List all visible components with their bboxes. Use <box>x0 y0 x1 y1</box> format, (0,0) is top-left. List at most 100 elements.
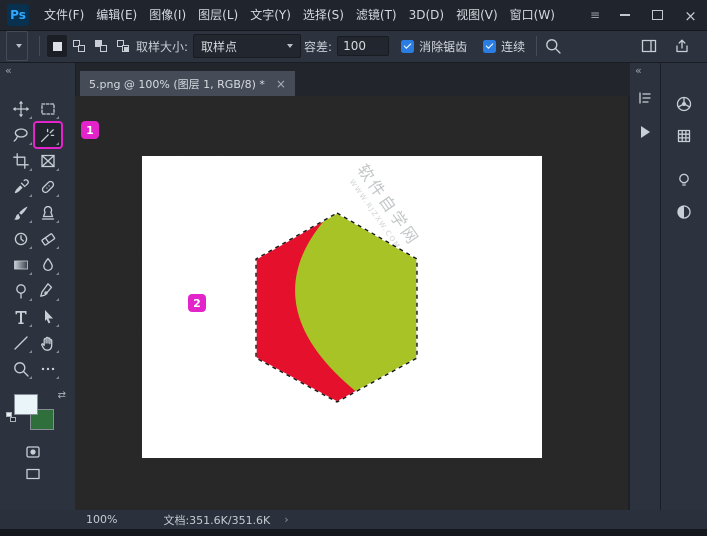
menu-window[interactable]: 窗口(W) <box>504 0 561 30</box>
tolerance-input[interactable] <box>337 36 389 56</box>
checkbox-checked-icon <box>483 40 496 53</box>
maximize-icon <box>652 10 663 20</box>
document-info: 文档:351.6K/351.6K <box>163 512 270 528</box>
share-icon[interactable] <box>673 37 691 55</box>
canvas-area[interactable]: 软件自学网 WWW.RJZXW.COM 2 <box>75 96 630 510</box>
zoom-level[interactable]: 100% <box>86 513 117 526</box>
blur-tool-icon <box>39 256 57 274</box>
tools-panel <box>0 62 76 510</box>
dodge-tool[interactable] <box>8 279 34 303</box>
history-brush-tool-icon <box>12 230 30 248</box>
sample-size-label: 取样大小: <box>136 38 188 55</box>
pen-tool-icon <box>39 282 57 300</box>
crop-tool[interactable] <box>8 149 34 173</box>
tools-grid <box>7 96 61 382</box>
contiguous-label: 连续 <box>501 38 525 55</box>
frame-tool[interactable] <box>35 149 61 173</box>
lightbulb-icon <box>675 171 693 189</box>
add-selection-button[interactable] <box>69 35 89 57</box>
eyedropper-tool-icon <box>12 178 30 196</box>
status-bar: 100% 文档:351.6K/351.6K <box>0 510 707 529</box>
properties-panel-icon <box>636 89 654 107</box>
document-tab[interactable]: 5.png @ 100% (图层 1, RGB/8) * <box>80 71 295 96</box>
subtract-selection-button[interactable] <box>91 35 111 57</box>
anti-alias-option[interactable]: 消除锯齿 <box>401 38 467 55</box>
intersect-selection-button[interactable] <box>113 35 133 57</box>
history-brush-tool[interactable] <box>8 227 34 251</box>
lasso-tool[interactable] <box>8 123 34 147</box>
sample-size-dropdown[interactable]: 取样点 <box>193 34 301 58</box>
menu-image[interactable]: 图像(I) <box>143 0 192 30</box>
healing-brush-tool[interactable] <box>35 175 61 199</box>
search-icon[interactable] <box>544 37 562 55</box>
path-selection-tool[interactable] <box>35 305 61 329</box>
document-tab-title: 5.png @ 100% (图层 1, RGB/8) * <box>89 76 265 92</box>
contiguous-option[interactable]: 连续 <box>483 38 525 55</box>
menu-3d[interactable]: 3D(D) <box>403 0 450 30</box>
color-swatches <box>10 392 66 436</box>
magic-wand-tool[interactable] <box>35 123 61 147</box>
swap-colors-icon[interactable] <box>58 390 66 401</box>
screen-mode-icon <box>24 465 42 483</box>
clone-stamp-tool[interactable] <box>35 201 61 225</box>
screen-mode-button[interactable] <box>20 464 46 484</box>
collapse-panel-icon[interactable] <box>5 64 12 77</box>
blur-tool[interactable] <box>35 253 61 277</box>
lasso-tool-icon <box>12 126 30 144</box>
minimize-button[interactable] <box>608 0 641 30</box>
menu-file[interactable]: 文件(F) <box>38 0 90 30</box>
brush-tool-icon <box>12 204 30 222</box>
menu-layer[interactable]: 图层(L) <box>192 0 244 30</box>
menu-filter[interactable]: 滤镜(T) <box>350 0 403 30</box>
panels-icon[interactable] <box>640 37 658 55</box>
ellipsis-icon <box>39 360 57 378</box>
crop-tool-icon <box>12 152 30 170</box>
gradient-tool[interactable] <box>8 253 34 277</box>
line-tool[interactable] <box>8 331 34 355</box>
3d-panel-button[interactable] <box>672 200 696 224</box>
tool-preset-picker[interactable] <box>6 31 28 61</box>
more-tools-button[interactable] <box>35 357 61 381</box>
eraser-tool[interactable] <box>35 227 61 251</box>
clone-stamp-tool-icon <box>39 204 57 222</box>
magic-wand-tool-icon <box>39 126 57 144</box>
actions-panel-button[interactable] <box>633 120 657 144</box>
hand-tool[interactable] <box>35 331 61 355</box>
menu-overflow-icon[interactable] <box>582 8 608 22</box>
quick-mask-icon <box>24 443 42 461</box>
options-bar: 取样大小: 取样点 容差: 消除锯齿 连续 <box>0 30 707 63</box>
brush-tool[interactable] <box>8 201 34 225</box>
status-options-icon[interactable] <box>284 513 288 526</box>
quick-mask-button[interactable] <box>20 442 46 462</box>
move-tool[interactable] <box>8 97 34 121</box>
type-tool[interactable] <box>8 305 34 329</box>
marquee-tool-icon <box>39 100 57 118</box>
tab-close-icon[interactable] <box>276 77 286 91</box>
pen-tool[interactable] <box>35 279 61 303</box>
properties-panel-button[interactable] <box>633 86 657 110</box>
new-selection-button[interactable] <box>47 35 67 57</box>
line-tool-icon <box>12 334 30 352</box>
menu-view[interactable]: 视图(V) <box>450 0 504 30</box>
menu-select[interactable]: 选择(S) <box>297 0 350 30</box>
tab-strip: 5.png @ 100% (图层 1, RGB/8) * <box>75 62 630 96</box>
foreground-color-swatch[interactable] <box>14 394 38 415</box>
swatches-panel-button[interactable] <box>672 124 696 148</box>
eyedropper-tool[interactable] <box>8 175 34 199</box>
photoshop-logo: Ps <box>7 4 29 26</box>
color-panel-button[interactable] <box>672 92 696 116</box>
close-button[interactable] <box>674 0 707 30</box>
menu-edit[interactable]: 编辑(E) <box>90 0 143 30</box>
grid-icon <box>675 127 693 145</box>
document[interactable]: 软件自学网 WWW.RJZXW.COM 2 <box>142 156 542 458</box>
menu-type[interactable]: 文字(Y) <box>244 0 297 30</box>
chevron-down-icon <box>16 44 22 48</box>
sphere-icon <box>675 203 693 221</box>
marquee-tool[interactable] <box>35 97 61 121</box>
zoom-tool-icon <box>12 360 30 378</box>
new-selection-icon <box>53 42 62 51</box>
expand-panels-icon[interactable] <box>635 64 642 77</box>
maximize-button[interactable] <box>641 0 674 30</box>
learn-panel-button[interactable] <box>672 168 696 192</box>
zoom-tool[interactable] <box>8 357 34 381</box>
